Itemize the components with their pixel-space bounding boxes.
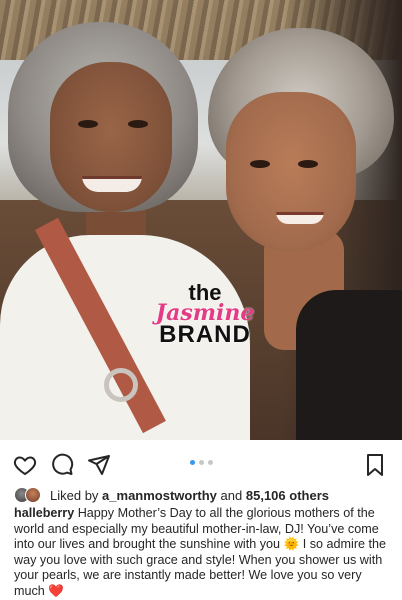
person-2-black-top xyxy=(296,290,402,440)
avatar xyxy=(25,487,41,503)
post-photo[interactable]: the Jasmine BRAND xyxy=(0,0,402,440)
sun-emoji: 🌞 xyxy=(283,537,300,552)
person-2-eye xyxy=(250,160,270,168)
person-1-smile xyxy=(82,176,142,192)
liker-username[interactable]: a_manmostworthy xyxy=(102,488,217,503)
person-1-eye xyxy=(128,120,148,128)
likes-text: Liked by a_manmostworthy and 85,106 othe… xyxy=(50,488,329,503)
likes-prefix: Liked by xyxy=(50,487,99,503)
likes-middle: and xyxy=(220,487,243,503)
likes-count[interactable]: 85,106 others xyxy=(246,488,329,503)
person-2-smile xyxy=(276,212,324,224)
carousel-dot xyxy=(198,460,204,465)
bag-ring xyxy=(104,368,138,402)
brand-watermark: the Jasmine BRAND xyxy=(135,282,275,354)
heart-icon[interactable] xyxy=(12,452,38,478)
comment-icon[interactable] xyxy=(49,452,75,478)
bookmark-icon[interactable] xyxy=(362,452,388,478)
watermark-brand: BRAND xyxy=(159,321,251,348)
person-1-eye xyxy=(78,120,98,128)
person-2-face xyxy=(226,92,356,252)
heart-emoji: ❤️ xyxy=(48,583,64,598)
carousel-dot-active xyxy=(189,460,195,465)
caption-username[interactable]: halleberry xyxy=(14,506,74,520)
likes-summary: Liked by a_manmostworthy and 85,106 othe… xyxy=(14,486,394,504)
send-icon[interactable] xyxy=(86,452,112,478)
person-2-eye xyxy=(298,160,318,168)
liker-avatars[interactable] xyxy=(14,487,44,503)
carousel-dot xyxy=(207,460,213,465)
carousel-indicator xyxy=(186,460,216,468)
post-caption: halleberry Happy Mother’s Day to all the… xyxy=(14,506,392,600)
post-action-bar xyxy=(0,448,402,480)
